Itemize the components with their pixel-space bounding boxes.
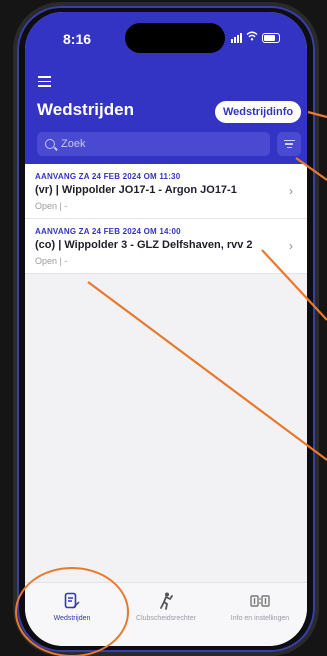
dynamic-island [125, 23, 225, 53]
list-item[interactable]: AANVANG ZA 24 FEB 2024 OM 11:30 (vr) | W… [25, 164, 307, 219]
search-placeholder: Zoek [61, 138, 86, 150]
signal-icon [231, 32, 242, 43]
battery-icon [262, 32, 280, 43]
hamburger-menu-icon[interactable] [38, 76, 51, 87]
header-bar: 8:16 Wedstrijden Wedstrijdinfo Zoek [25, 12, 307, 164]
wifi-icon [246, 31, 258, 44]
match-name: (co) | Wippolder 3 - GLZ Delfshaven, rvv… [35, 239, 253, 251]
match-info-button[interactable]: Wedstrijdinfo [215, 101, 302, 123]
page-title: Wedstrijden [37, 100, 134, 119]
status-bar: 8:16 [25, 12, 307, 54]
document-edit-icon [25, 591, 119, 611]
tab-label: Info en instellingen [230, 615, 290, 622]
tab-info-instellingen[interactable]: Info en instellingen [213, 591, 307, 622]
chevron-right-icon: › [289, 184, 293, 198]
app-screen: 8:16 Wedstrijden Wedstrijdinfo Zoek AANV… [25, 12, 307, 646]
match-name: (vr) | Wippolder JO17-1 - Argon JO17-1 [35, 184, 237, 196]
search-icon [45, 139, 55, 149]
match-date: AANVANG ZA 24 FEB 2024 OM 14:00 [35, 227, 181, 236]
tab-label: Clubscheidsrechter [136, 615, 196, 622]
tab-clubscheidsrechter[interactable]: Clubscheidsrechter [119, 591, 213, 622]
match-status: Open | - [35, 256, 68, 266]
list-item[interactable]: AANVANG ZA 24 FEB 2024 OM 14:00 (co) | W… [25, 219, 307, 274]
referee-icon [119, 591, 213, 611]
chevron-right-icon: › [289, 239, 293, 253]
tab-label: Wedstrijden [53, 615, 91, 622]
match-status: Open | - [35, 201, 68, 211]
filter-icon[interactable] [277, 132, 301, 156]
system-icons [231, 31, 280, 44]
status-time: 8:16 [63, 31, 92, 47]
search-input[interactable]: Zoek [37, 132, 270, 156]
tab-bar: Wedstrijden Clubscheidsrechter Info en i… [25, 582, 307, 646]
match-list: AANVANG ZA 24 FEB 2024 OM 11:30 (vr) | W… [25, 164, 307, 274]
match-date: AANVANG ZA 24 FEB 2024 OM 11:30 [35, 172, 181, 181]
tab-wedstrijden[interactable]: Wedstrijden [25, 591, 119, 622]
scoreboard-icon [213, 591, 307, 611]
